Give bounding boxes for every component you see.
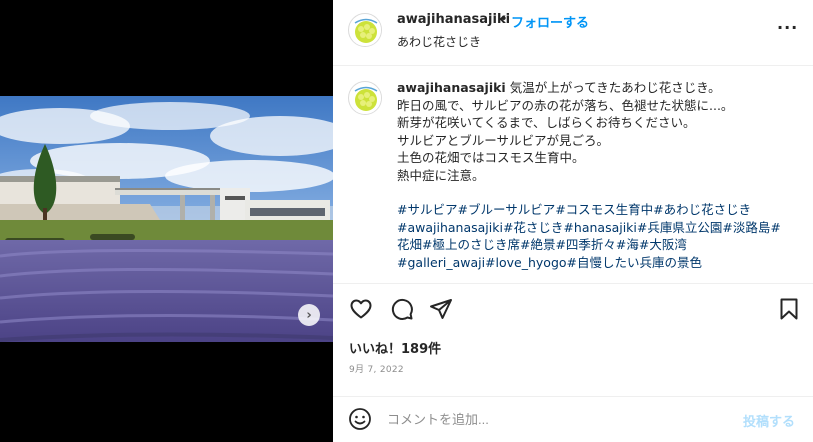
caption-line: 昨日の風で、サルビアの赤の花が落ち、色褪せた状態に...。: [397, 97, 734, 113]
post-date[interactable]: 9月 7, 2022: [349, 362, 404, 375]
comment-input[interactable]: [387, 409, 727, 429]
caption-username[interactable]: awajihanasajiki: [397, 80, 506, 95]
caption-text: awajihanasajiki 気温が上がってきたあわじ花さじき。 昨日の風で、…: [397, 79, 797, 271]
caption-line: 気温が上がってきたあわじ花さじき。: [509, 80, 721, 95]
caption-line: 新芽が花咲いてくるまで、しばらくお待ちください。: [397, 115, 696, 130]
hashtag-line[interactable]: #サルビア#ブルーサルビア#コスモス生育中#あわじ花さじき: [397, 201, 797, 219]
carousel-next-button[interactable]: ›: [298, 304, 320, 326]
caption-line: サルビアとブルーサルビアが見ごろ。: [397, 132, 610, 148]
caption-first-line: awajihanasajiki 気温が上がってきたあわじ花さじき。: [397, 79, 797, 97]
flower-field-photo: [0, 96, 333, 342]
post-media: ›: [0, 0, 333, 442]
header-separator: •: [500, 12, 508, 27]
hashtag-line[interactable]: 花畑#極上のさじき席#絶景#四季折々#海#大阪湾: [397, 236, 797, 254]
action-bar: [333, 283, 813, 333]
caption-avatar[interactable]: [348, 81, 382, 115]
hashtag-line[interactable]: #awajihanasajiki#花さじき#hanasajiki#兵庫県立公園#…: [397, 219, 797, 237]
bookmark-icon[interactable]: [777, 297, 801, 325]
more-icon[interactable]: ···: [777, 18, 798, 37]
post-sidebar: awajihanasajiki • フォローする あわじ花さじき ··· awa…: [333, 0, 813, 442]
share-icon[interactable]: [429, 297, 453, 325]
account-logo: [350, 83, 381, 114]
heart-icon[interactable]: [349, 297, 373, 325]
emoji-icon[interactable]: [348, 407, 372, 435]
post-header: awajihanasajiki • フォローする あわじ花さじき ···: [333, 0, 813, 66]
header-username[interactable]: awajihanasajiki: [397, 12, 510, 27]
hashtag-line[interactable]: #galleri_awaji#love_hyogo#自慢したい兵庫の景色: [397, 254, 797, 272]
post-comment-button[interactable]: 投稿する: [743, 411, 795, 430]
comment-bar: 投稿する: [333, 396, 813, 442]
caption-line: 熱中症に注意。: [397, 167, 485, 183]
post-photo[interactable]: ›: [0, 96, 333, 342]
avatar[interactable]: [348, 13, 382, 47]
comment-icon[interactable]: [390, 297, 414, 325]
account-logo: [350, 15, 381, 46]
follow-button[interactable]: フォローする: [511, 12, 589, 31]
hashtag-block: #サルビア#ブルーサルビア#コスモス生育中#あわじ花さじき #awajihana…: [397, 201, 797, 271]
caption-area: awajihanasajiki 気温が上がってきたあわじ花さじき。 昨日の風で、…: [333, 67, 813, 280]
location-link[interactable]: あわじ花さじき: [397, 33, 481, 50]
like-count[interactable]: いいね！189件: [349, 338, 441, 357]
caption-line: 土色の花畑ではコスモス生育中。: [397, 150, 585, 165]
